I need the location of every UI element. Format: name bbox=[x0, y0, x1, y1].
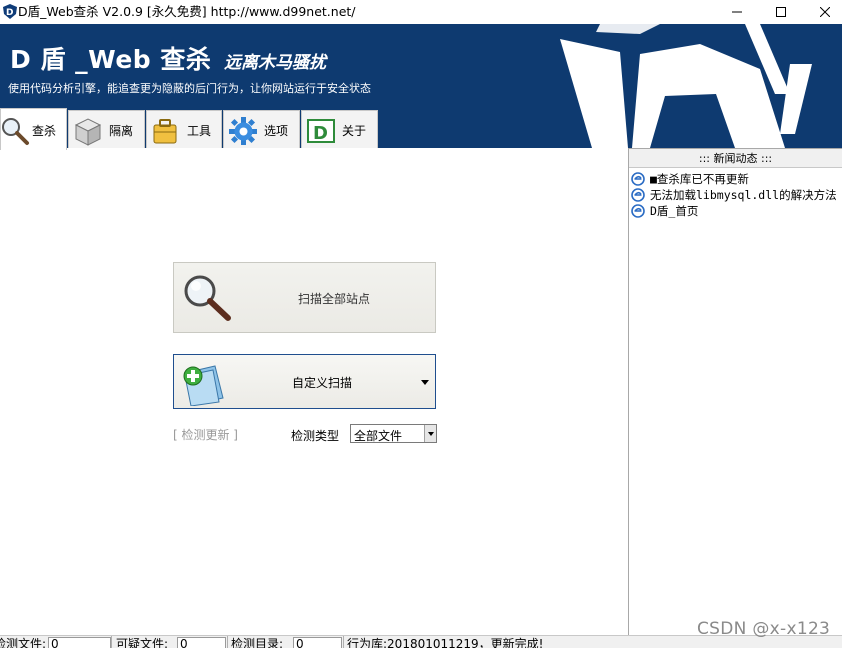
minimize-button[interactable] bbox=[714, 0, 760, 24]
svg-text:D: D bbox=[6, 8, 13, 18]
maximize-icon bbox=[776, 7, 786, 17]
news-panel: ::: 新闻动态 ::: ■查杀库已不再更新 无法加载libmysql.dll的… bbox=[628, 148, 842, 635]
tab-tools[interactable]: 工具 bbox=[146, 110, 222, 148]
status-divider bbox=[227, 636, 228, 648]
magnifier-icon bbox=[184, 275, 231, 321]
app-shield-icon: D bbox=[3, 4, 17, 19]
scan-all-label: 扫描全部站点 bbox=[298, 292, 371, 306]
minimize-icon bbox=[732, 11, 742, 13]
banner-title: D 盾 _Web 查杀 bbox=[10, 45, 212, 74]
window-title: D盾_Web查杀 V2.0.9 [永久免费] http://www.d99net… bbox=[18, 4, 356, 19]
ie-link-icon bbox=[631, 204, 645, 218]
csdn-watermark: CSDN @x-x123 bbox=[697, 619, 831, 639]
dropdown-arrow-icon[interactable] bbox=[421, 380, 429, 385]
ie-link-icon bbox=[631, 188, 645, 202]
tab-options[interactable]: 选项 bbox=[223, 110, 300, 148]
detected-dirs-label: 检测目录: bbox=[231, 637, 284, 648]
news-item[interactable]: D盾_首页 bbox=[631, 203, 837, 219]
tab-label: 查杀 bbox=[32, 124, 57, 138]
suspicious-files-value: 0 bbox=[177, 637, 226, 648]
suspicious-files-label: 可疑文件: bbox=[116, 637, 169, 648]
d-logo-icon: D bbox=[307, 119, 335, 144]
folder-add-icon bbox=[183, 365, 224, 406]
tab-scan[interactable]: 查杀 bbox=[0, 108, 67, 150]
behavior-db-status: 行为库:201801011219，更新完成! bbox=[347, 637, 544, 648]
scan-all-sites-button[interactable]: 扫描全部站点 bbox=[173, 262, 436, 333]
news-item-text: 无法加载libmysql.dll的解决方法 bbox=[650, 188, 837, 202]
svg-text:D: D bbox=[313, 123, 328, 144]
detect-type-label: 检测类型 bbox=[291, 429, 340, 443]
tab-label: 隔离 bbox=[109, 124, 134, 138]
box-icon bbox=[74, 118, 102, 146]
check-update-link[interactable]: [ 检测更新 ] bbox=[173, 426, 238, 443]
news-item-text: D盾_首页 bbox=[650, 204, 699, 218]
close-button[interactable] bbox=[802, 0, 842, 24]
banner-slogan: 远离木马骚扰 bbox=[224, 53, 326, 73]
ie-link-icon bbox=[631, 172, 645, 186]
news-item[interactable]: 无法加载libmysql.dll的解决方法 bbox=[631, 187, 837, 203]
banner-description: 使用代码分析引擎，能追查更为隐蔽的后门行为，让你网站运行于安全状态 bbox=[8, 82, 371, 95]
news-item-text: ■查杀库已不再更新 bbox=[650, 172, 749, 186]
magnifier-icon bbox=[2, 118, 29, 145]
close-icon bbox=[820, 7, 830, 17]
detected-dirs-value: 0 bbox=[293, 637, 342, 648]
tab-label: 工具 bbox=[187, 124, 212, 138]
custom-scan-label: 自定义扫描 bbox=[292, 376, 353, 390]
tab-quarantine[interactable]: 隔离 bbox=[68, 110, 145, 148]
detected-files-value: 0 bbox=[48, 637, 111, 648]
tab-about[interactable]: D 关于 bbox=[301, 110, 378, 148]
custom-scan-button[interactable]: 自定义扫描 bbox=[173, 354, 436, 409]
title-bar: D D盾_Web查杀 V2.0.9 [永久免费] http://www.d99n… bbox=[0, 0, 842, 24]
chevron-down-icon[interactable] bbox=[424, 425, 436, 442]
detect-type-select[interactable]: 全部文件 bbox=[350, 424, 437, 443]
status-divider bbox=[111, 636, 112, 648]
maximize-button[interactable] bbox=[758, 0, 804, 24]
gear-icon bbox=[229, 117, 257, 145]
detected-files-label: 检测文件: bbox=[0, 637, 47, 648]
status-divider bbox=[343, 636, 344, 648]
news-header: ::: 新闻动态 ::: bbox=[629, 149, 842, 168]
tab-label: 关于 bbox=[342, 124, 367, 138]
tab-label: 选项 bbox=[264, 124, 289, 138]
news-item[interactable]: ■查杀库已不再更新 bbox=[631, 171, 837, 187]
detect-type-value: 全部文件 bbox=[354, 429, 403, 443]
news-list: ■查杀库已不再更新 无法加载libmysql.dll的解决方法 D盾_首页 bbox=[631, 171, 837, 219]
toolbox-icon bbox=[153, 119, 177, 144]
